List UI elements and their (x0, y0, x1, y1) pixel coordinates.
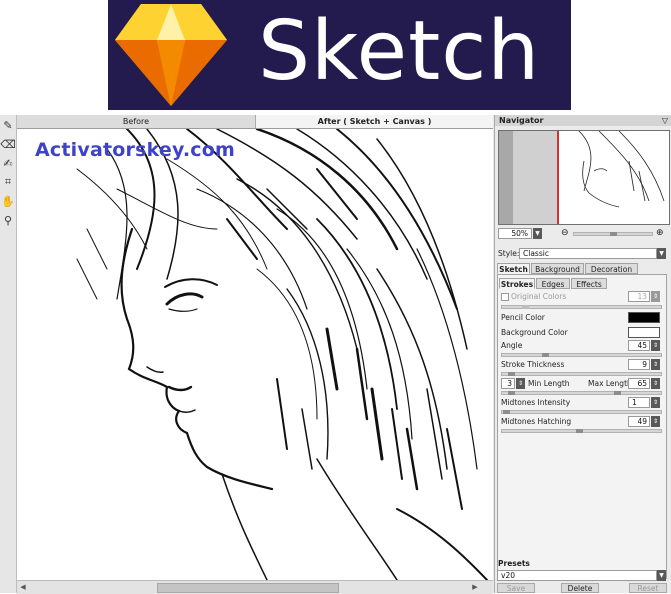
brand-wordmark: Sketch (258, 4, 541, 99)
original-colors-slider[interactable] (501, 305, 662, 309)
preview-gray-area (513, 131, 559, 224)
tab-decoration[interactable]: Decoration (585, 263, 638, 274)
subtab-strokes[interactable]: Strokes (499, 278, 535, 289)
preview-margin (499, 131, 513, 224)
max-length-label: Max Length (588, 379, 632, 388)
pencil-sketch-portrait (76, 129, 488, 580)
presets-select[interactable]: v20 (497, 570, 657, 581)
original-colors-value[interactable]: 13 (628, 291, 650, 302)
tab-before[interactable]: Before (17, 115, 256, 128)
preview-visible-area (559, 131, 669, 224)
preview-thumbnail (578, 131, 665, 208)
angle-slider[interactable] (501, 353, 662, 357)
scroll-right-icon[interactable]: ▶ (469, 581, 481, 593)
settings-panel: Navigator ▽ 50% ▼ ⊖ ⊕ Style: Classic ▼ S… (494, 115, 671, 593)
angle-label: Angle (501, 341, 523, 350)
original-colors-spin-icon[interactable]: ⇕ (651, 291, 660, 302)
checkbox-icon[interactable] (501, 293, 509, 301)
stroke-thickness-slider[interactable] (501, 372, 662, 376)
presets-title: Presets (498, 559, 530, 568)
horizontal-scrollbar[interactable]: ◀ ▶ (17, 580, 493, 594)
angle-value[interactable]: 45 (628, 340, 650, 351)
scroll-thumb[interactable] (157, 583, 339, 593)
zoom-in-icon[interactable]: ⊕ (656, 228, 664, 238)
tab-background[interactable]: Background (531, 263, 584, 274)
preset-delete-button[interactable]: Delete (561, 583, 599, 593)
background-color-label: Background Color (501, 328, 568, 337)
watermark-text: Activatorskey.com (35, 139, 235, 161)
stroke-thickness-value[interactable]: 9 (628, 359, 650, 370)
zoom-dropdown-icon[interactable]: ▼ (533, 228, 542, 239)
midtones-hatching-spin-icon[interactable]: ⇕ (651, 416, 660, 427)
zoom-level-field[interactable]: 50% (498, 228, 532, 239)
navigator-preview[interactable] (498, 130, 670, 225)
midtones-intensity-slider[interactable] (501, 410, 662, 414)
max-length-value[interactable]: 65 (628, 378, 650, 389)
zoom-slider[interactable] (573, 232, 653, 236)
stroke-thickness-spin-icon[interactable]: ⇕ (651, 359, 660, 370)
zoom-icon[interactable]: ⚲ (1, 213, 15, 227)
navigator-title: Navigator (499, 116, 544, 125)
stroke-thickness-label: Stroke Thickness (501, 360, 565, 369)
original-colors-label: Original Colors (511, 292, 567, 301)
style-select[interactable]: Classic (519, 248, 657, 259)
tab-sketch[interactable]: Sketch (497, 263, 530, 274)
background-color-swatch[interactable] (628, 327, 660, 338)
history-brush-icon[interactable]: ✍ (1, 156, 15, 170)
scroll-left-icon[interactable]: ◀ (17, 581, 29, 593)
midtones-hatching-label: Midtones Hatching (501, 417, 572, 426)
min-length-label: Min Length (528, 379, 570, 388)
collapse-icon[interactable]: ▽ (662, 115, 668, 126)
pencil-color-label: Pencil Color (501, 313, 545, 322)
view-tabs: Before After ( Sketch + Canvas ) (17, 115, 493, 129)
presets-dropdown-icon[interactable]: ▼ (657, 570, 666, 581)
app-window: ✎ ⌫ ✍ ⌗ ✋ ⚲ Before After ( Sketch + Canv… (0, 115, 671, 594)
midtones-hatching-value[interactable]: 49 (628, 416, 650, 427)
min-length-spin-icon[interactable]: ⇕ (516, 378, 525, 389)
midtones-intensity-value[interactable]: 1 (628, 397, 650, 408)
navigator-header: Navigator ▽ (495, 115, 671, 126)
eraser-icon[interactable]: ⌫ (0, 137, 16, 151)
zoom-out-icon[interactable]: ⊖ (561, 228, 569, 238)
subtab-edges[interactable]: Edges (536, 278, 570, 289)
tab-after[interactable]: After ( Sketch + Canvas ) (256, 115, 493, 128)
style-dropdown-icon[interactable]: ▼ (657, 248, 666, 259)
sketch-banner: Sketch (108, 0, 571, 110)
midtones-hatching-slider[interactable] (501, 429, 662, 433)
hand-icon[interactable]: ✋ (1, 194, 15, 208)
midtones-intensity-label: Midtones Intensity (501, 398, 571, 407)
min-length-value[interactable]: 3 (501, 378, 515, 389)
subtab-effects[interactable]: Effects (571, 278, 607, 289)
pencil-color-swatch[interactable] (628, 312, 660, 323)
sketch-diamond-icon (115, 4, 227, 106)
preview-edge-line (557, 131, 559, 224)
image-canvas[interactable]: Activatorskey.com (17, 129, 493, 580)
angle-spin-icon[interactable]: ⇕ (651, 340, 660, 351)
sketch-tab-body: Strokes Edges Effects Original Colors 13… (497, 274, 667, 579)
left-toolbar: ✎ ⌫ ✍ ⌗ ✋ ⚲ (0, 115, 17, 593)
original-colors-checkbox[interactable]: Original Colors (501, 292, 566, 302)
preset-save-button[interactable]: Save (497, 583, 535, 593)
length-range-slider[interactable] (501, 391, 662, 395)
max-length-spin-icon[interactable]: ⇕ (651, 378, 660, 389)
preset-reset-button[interactable]: Reset (629, 583, 667, 593)
style-label: Style: (498, 249, 520, 258)
crop-icon[interactable]: ⌗ (1, 175, 15, 189)
pencil-icon[interactable]: ✎ (1, 118, 15, 132)
midtones-intensity-spin-icon[interactable]: ⇕ (651, 397, 660, 408)
